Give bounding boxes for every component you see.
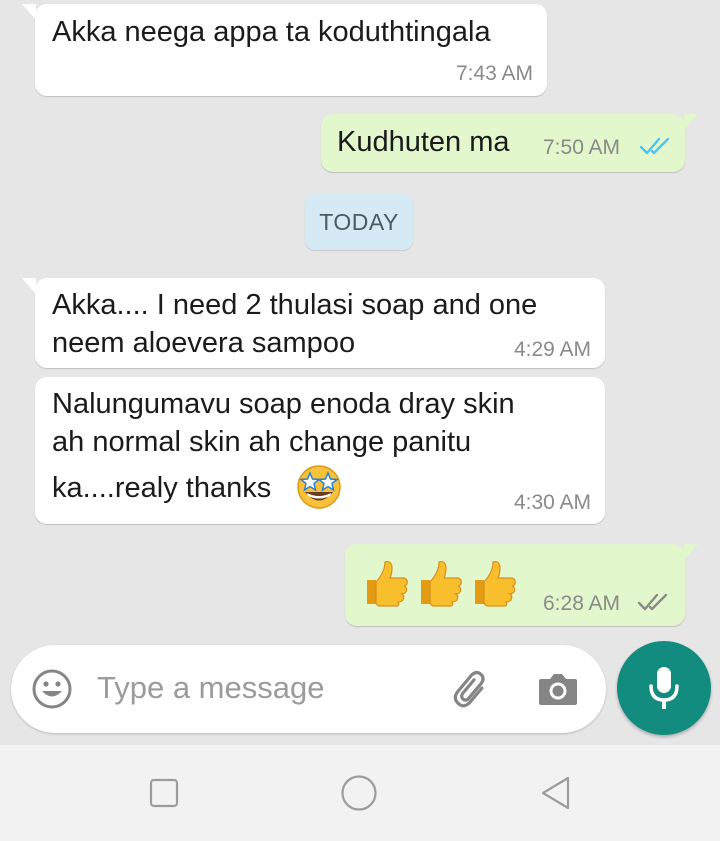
message-bubble-incoming[interactable]: Akka neega appa ta koduthtingala 7:43 AM <box>22 4 547 96</box>
message-time: 6:28 AM <box>543 592 621 615</box>
chat-area[interactable]: Akka neega appa ta koduthtingala 7:43 AM… <box>0 0 720 745</box>
camera-icon[interactable] <box>537 669 579 709</box>
bubble-tail <box>22 278 36 294</box>
system-navbar <box>0 745 720 841</box>
emoji-icon[interactable] <box>31 668 73 710</box>
message-bubble-incoming[interactable]: Akka.... I need 2 thulasi soap and one n… <box>22 278 605 368</box>
message-time: 4:30 AM <box>513 491 591 514</box>
message-text: Akka.... I need 2 thulasi soap and one <box>52 289 538 321</box>
message-input[interactable]: Type a message <box>97 670 324 706</box>
home-icon[interactable] <box>340 774 378 812</box>
message-text: ah normal skin ah change panitu <box>52 426 472 458</box>
message-time: 7:43 AM <box>455 62 533 85</box>
read-receipt-icon <box>639 137 670 155</box>
message-bubble-incoming[interactable]: Nalungumavu soap enoda dray skin ah norm… <box>35 377 605 524</box>
bubble-tail <box>22 4 36 20</box>
star-struck-emoji <box>297 465 341 509</box>
message-text: Kudhuten ma <box>337 126 510 158</box>
date-separator: TODAY <box>305 194 413 250</box>
message-time: 4:29 AM <box>513 338 591 361</box>
mic-button[interactable] <box>617 641 711 735</box>
mic-icon <box>649 667 679 709</box>
message-composer[interactable]: Type a message <box>11 645 606 733</box>
thumbs-up-emoji <box>367 560 408 607</box>
message-text: Akka neega appa ta koduthtingala <box>52 16 491 48</box>
thumbs-up-emoji <box>421 560 462 607</box>
message-bubble-outgoing[interactable]: 6:28 AM <box>345 544 698 626</box>
bubble-tail <box>684 114 698 130</box>
attach-icon[interactable] <box>449 667 495 713</box>
delivered-receipt-icon <box>637 593 668 611</box>
message-text: Nalungumavu soap enoda dray skin <box>52 388 515 420</box>
message-text: neem aloevera sampoo <box>52 327 356 359</box>
message-time: 7:50 AM <box>543 136 621 159</box>
thumbs-up-emoji <box>475 560 516 607</box>
back-icon[interactable] <box>538 775 574 811</box>
message-bubble-outgoing[interactable]: Kudhuten ma 7:50 AM <box>321 114 698 172</box>
recents-icon[interactable] <box>148 777 180 809</box>
message-text: ka....realy thanks <box>52 472 272 504</box>
bubble-tail <box>684 544 698 560</box>
